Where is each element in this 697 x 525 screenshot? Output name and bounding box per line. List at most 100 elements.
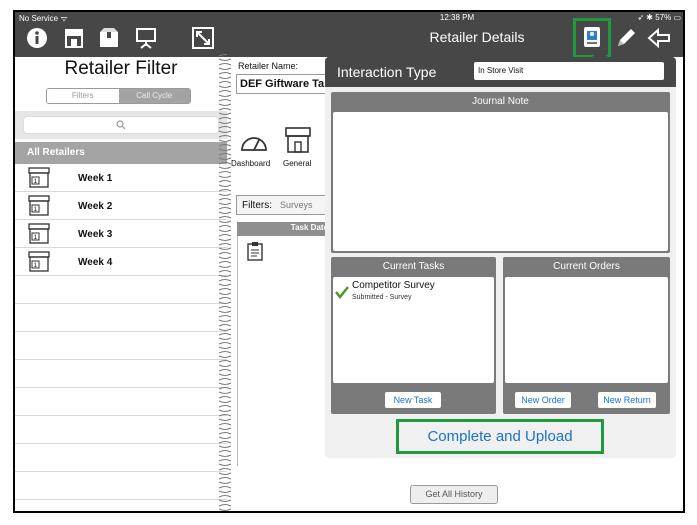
list-item-week-1[interactable]: 1 Week 1 [15,164,227,192]
complete-and-upload-button[interactable]: Complete and Upload [399,422,601,451]
empty-row [15,360,227,388]
list-item-week-2[interactable]: 1 Week 2 [15,192,227,220]
retailer-name-field[interactable]: DEF Giftware Ta [236,74,326,94]
checkmark-icon [335,286,349,299]
spiral-loop [218,423,232,430]
spiral-loop [218,360,232,367]
spiral-loop [218,450,232,457]
filters-bar[interactable]: Filters: Surveys [236,195,332,215]
current-orders-header: Current Orders [553,261,620,272]
spiral-loop [218,351,232,358]
retailer-filter-title: Retailer Filter [64,58,178,79]
retailer-details-title: Retailer Details [429,29,525,45]
spiral-loop [218,225,232,232]
current-tasks-panel: Current Tasks Competitor Survey Submitte… [331,257,496,414]
spiral-loop [218,369,232,376]
spiral-loop [218,477,232,484]
spiral-loop [218,468,232,475]
back-arrow-icon[interactable] [647,26,671,50]
current-tasks-list: Competitor Survey Submitted - Survey [333,277,494,383]
spiral-loop [218,117,232,124]
journal-note-panel: Journal Note [331,92,670,253]
all-retailers-header[interactable]: All Retailers [15,142,227,164]
calendar-store-icon: 1 [28,251,50,272]
retailer-search-input[interactable] [23,116,219,134]
spiral-loop [218,189,232,196]
expand-icon[interactable] [191,26,215,50]
spiral-loop [218,495,232,502]
app-frame: No Service ᯤ Retailer Filter Filters Cal… [13,10,685,513]
spiral-loop [218,342,232,349]
spiral-loop [218,405,232,412]
spiral-loop [218,243,232,250]
week-label: Week 2 [78,201,113,212]
current-orders-panel: Current Orders New Order New Return [503,257,670,414]
calendar-store-icon: 1 [28,223,50,244]
carrier-status: No Service ᯤ [19,14,68,23]
empty-row [15,416,227,444]
segment-filters[interactable]: Filters [47,89,119,103]
spiral-loop [218,207,232,214]
interaction-type-select[interactable]: In Store Visit [474,62,664,80]
task-list-item[interactable]: Competitor Survey Submitted - Survey [333,277,494,309]
week-label: Week 1 [78,173,113,184]
spiral-loop [218,198,232,205]
general-store-icon[interactable] [283,126,313,154]
empty-row [15,304,227,332]
info-icon[interactable] [25,26,49,50]
filters-value: Surveys [280,200,313,210]
task-list [237,236,332,466]
tab-dashboard[interactable]: Dashboard [231,159,270,168]
clipboard-icon[interactable] [246,241,264,261]
list-item-week-4[interactable]: 1 Week 4 [15,248,227,276]
pencil-icon[interactable] [614,26,638,50]
status-time: 12:38 PM [439,13,475,22]
week-label: Week 4 [78,257,113,268]
journal-note-header: Journal Note [472,96,529,107]
spiral-loop [218,108,232,115]
current-tasks-header: Current Tasks [382,261,445,272]
spiral-loop [218,432,232,439]
spiral-loop [218,99,232,106]
presentation-icon[interactable] [134,26,158,50]
segment-call-cycle[interactable]: Call Cycle [118,89,190,103]
box-icon[interactable] [97,26,121,50]
spiral-loop [218,261,232,268]
new-task-button[interactable]: New Task [385,392,441,408]
spiral-loop [218,378,232,385]
spiral-loop [218,234,232,241]
calendar-store-icon: 1 [28,195,50,216]
spiral-loop [218,216,232,223]
empty-row [15,276,227,304]
week-label: Week 3 [78,229,113,240]
store-icon[interactable] [62,26,86,50]
list-item-week-3[interactable]: 1 Week 3 [15,220,227,248]
new-order-button[interactable]: New Order [515,392,571,408]
empty-row [15,388,227,416]
current-orders-list [505,277,668,383]
journal-icon[interactable] [580,25,604,49]
left-toolbar: No Service ᯤ [15,12,227,57]
empty-row [15,332,227,360]
spiral-loop [218,153,232,160]
spiral-loop [218,72,232,79]
dashboard-icon[interactable] [239,128,269,156]
empty-row [15,472,227,500]
tab-general[interactable]: General [283,159,311,168]
filters-label: Filters: [242,200,272,211]
spiral-loop [218,144,232,151]
spiral-loop [218,90,232,97]
task-date-header[interactable]: Task Date [237,222,332,236]
spiral-loop [218,333,232,340]
journal-note-textarea[interactable] [333,112,668,251]
spiral-loop [218,270,232,277]
spiral-loop [218,414,232,421]
spiral-loop [218,441,232,448]
get-all-history-button[interactable]: Get All History [410,485,498,504]
notebook-spiral [218,54,232,511]
spiral-loop [218,459,232,466]
spiral-loop [218,171,232,178]
new-return-button[interactable]: New Return [598,392,656,408]
filter-segmented-control: Filters Call Cycle [46,88,191,104]
search-icon [116,120,126,130]
